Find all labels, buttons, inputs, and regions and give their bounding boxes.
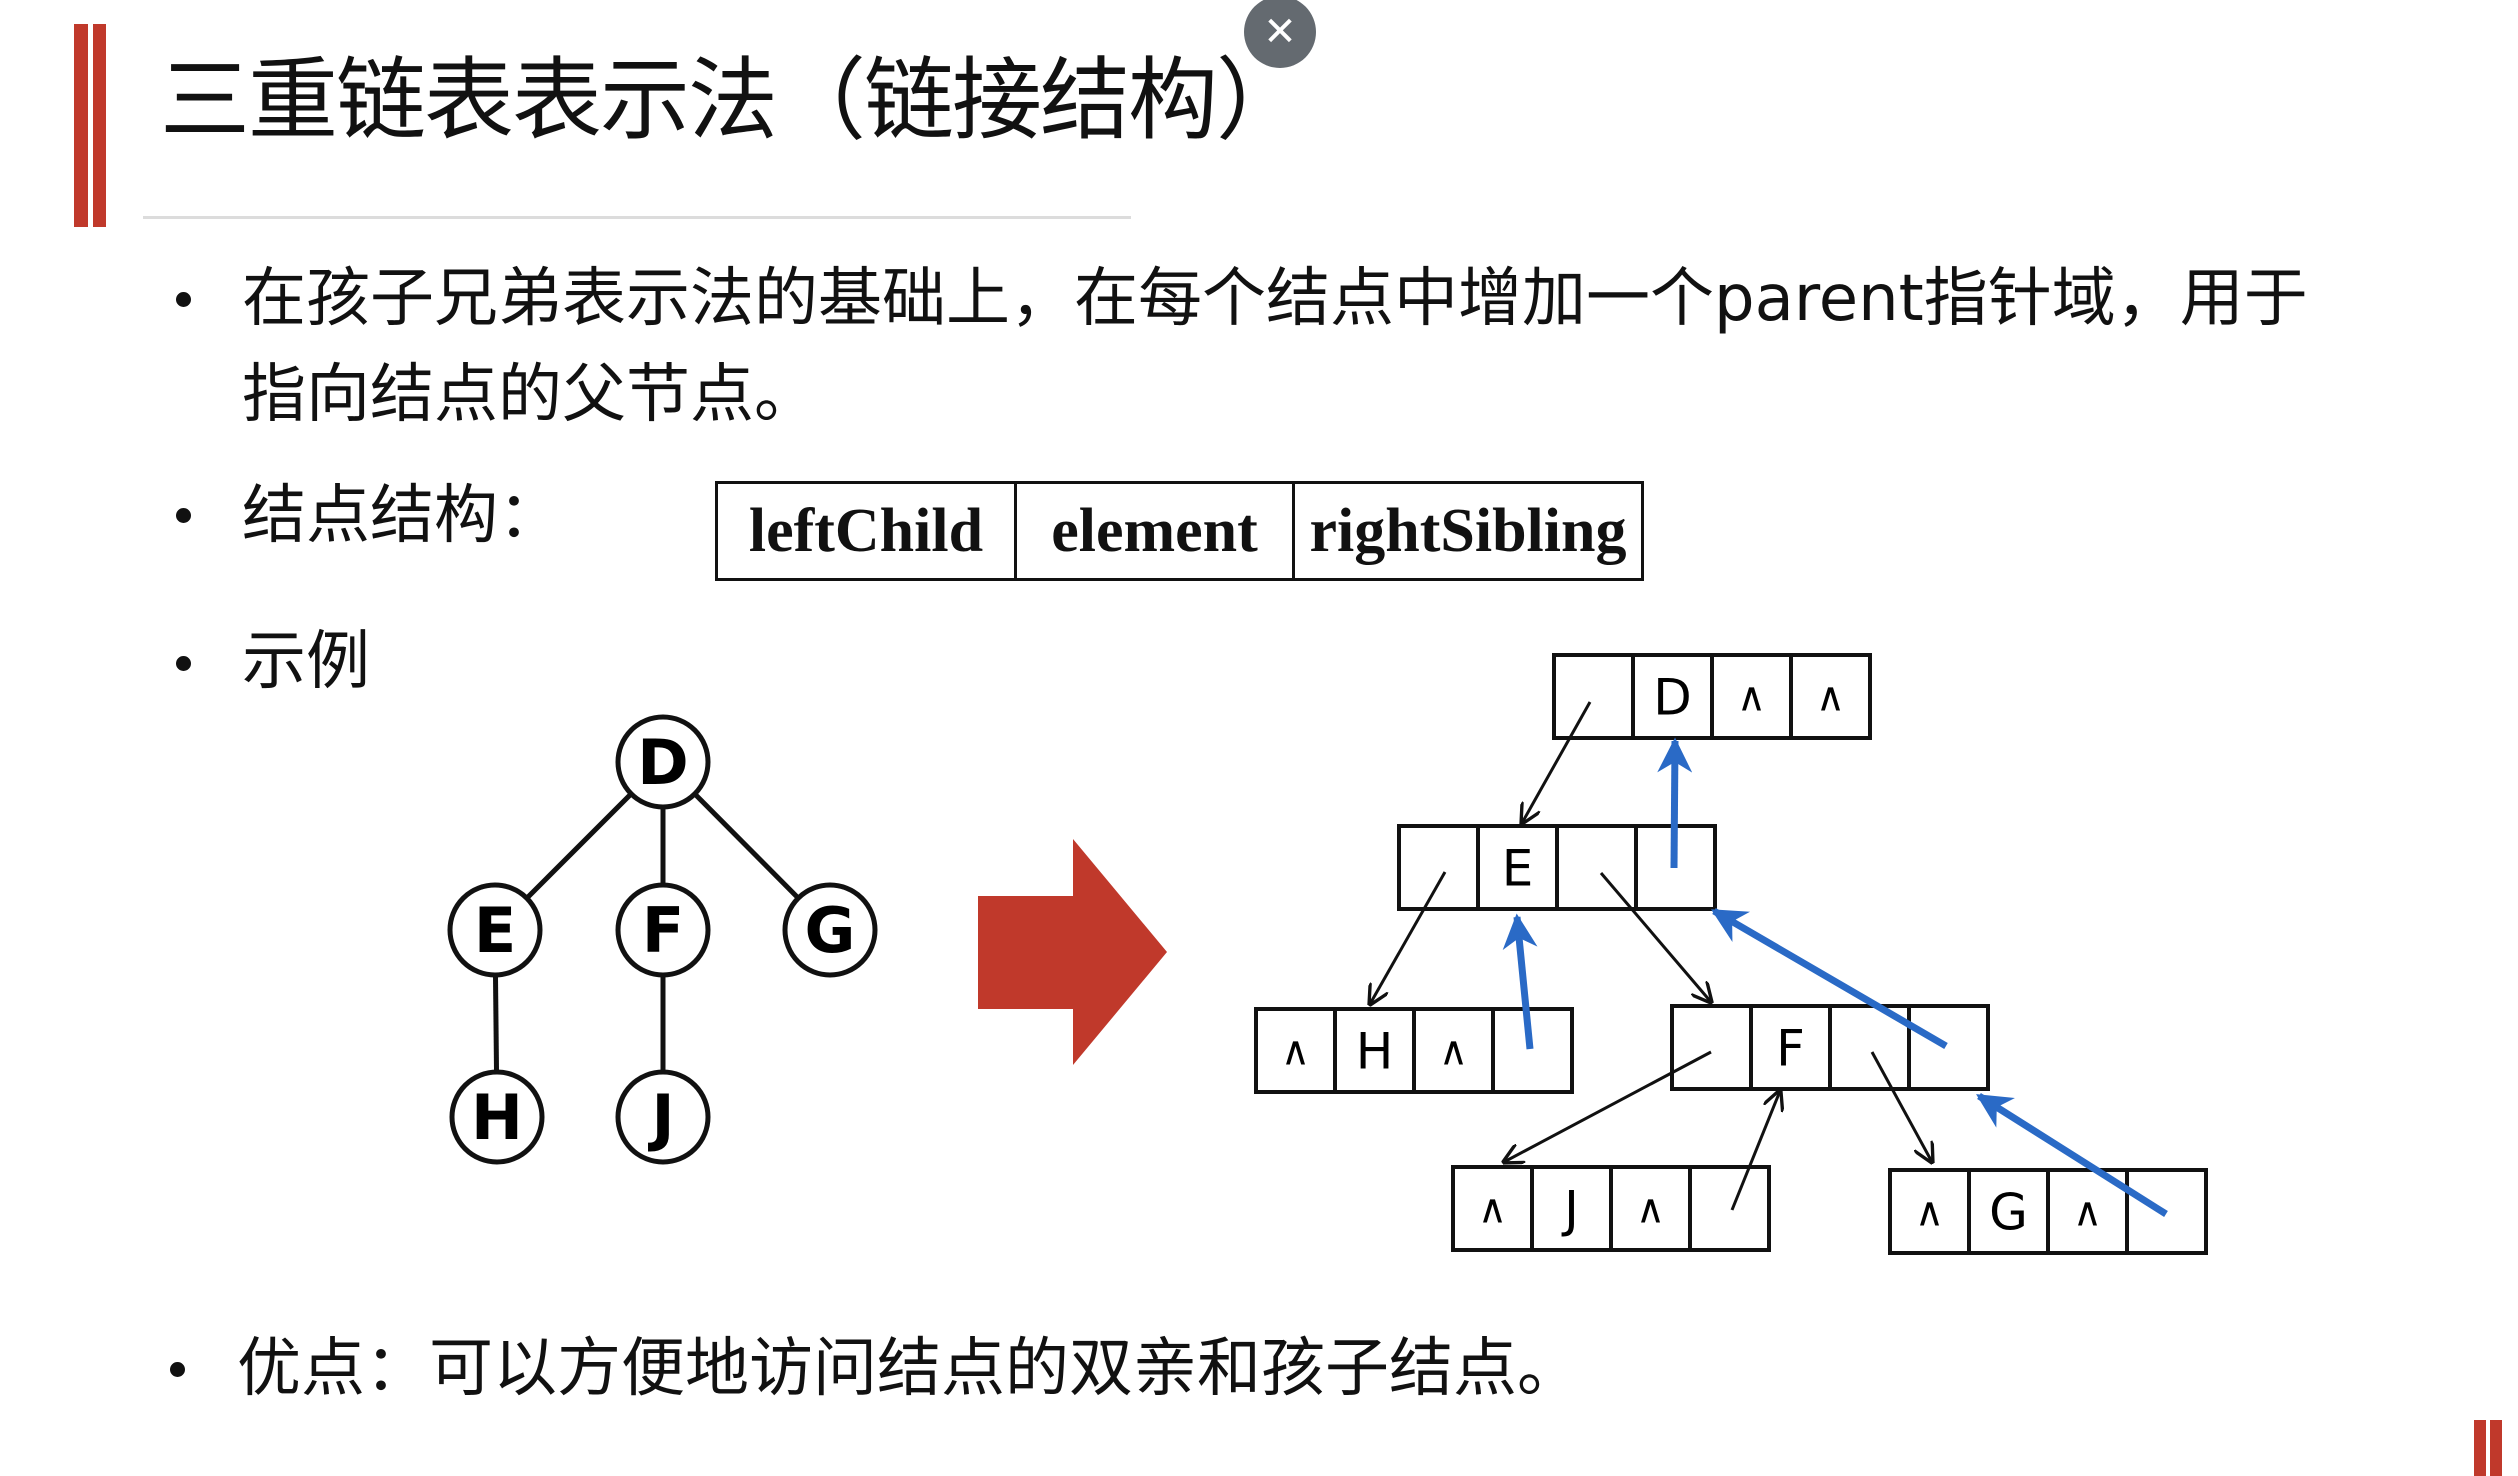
pointer-cell xyxy=(1555,824,1638,911)
element-label: G xyxy=(1989,1184,2028,1242)
linked-node-F: F xyxy=(1670,1004,1990,1091)
linked-node-D: D ∧ ∧ xyxy=(1552,653,1872,740)
tree-node-label: H xyxy=(471,1081,523,1154)
null-pointer-mark: ∧ xyxy=(1636,1187,1665,1233)
element-label: D xyxy=(1653,669,1692,727)
linked-node-E: E xyxy=(1397,824,1717,911)
element-label: F xyxy=(1776,1020,1805,1078)
linked-node-J: ∧ J ∧ xyxy=(1451,1165,1771,1252)
tree-node-label: F xyxy=(642,894,684,967)
tree-edge-D-E xyxy=(525,792,633,900)
tree-node-label: J xyxy=(647,1081,674,1154)
null-pointer-mark: ∧ xyxy=(2073,1190,2102,1236)
tree-edge-D-G xyxy=(692,792,801,900)
tree-node-label: E xyxy=(474,894,516,967)
pointer-cell xyxy=(1552,653,1635,740)
null-pointer-mark: ∧ xyxy=(1478,1187,1507,1233)
pointer-cell xyxy=(1491,1007,1574,1094)
example-diagram: D E F G H J D ∧ ∧ E ∧ H ∧ F ∧ J ∧ ∧ G ∧ xyxy=(447,653,2208,1255)
pointer-cell xyxy=(1670,1004,1753,1091)
tree-node-label: G xyxy=(805,894,856,967)
parent-arrow-E-D xyxy=(1657,737,1693,869)
transform-arrow xyxy=(978,839,1167,1065)
null-pointer-mark: ∧ xyxy=(1737,675,1766,721)
null-pointer-mark: ∧ xyxy=(1281,1029,1310,1075)
null-pointer-mark: ∧ xyxy=(1915,1190,1944,1236)
element-label: E xyxy=(1502,840,1534,898)
tree-node-label: D xyxy=(637,726,688,799)
tree-edge-E-H xyxy=(492,974,500,1073)
pointer-cell xyxy=(1688,1165,1771,1252)
element-label: J xyxy=(1561,1181,1579,1239)
pointer-cell xyxy=(1397,824,1480,911)
null-pointer-mark: ∧ xyxy=(1816,675,1845,721)
element-label: H xyxy=(1356,1023,1394,1081)
pointer-cell xyxy=(1907,1004,1990,1091)
null-pointer-mark: ∧ xyxy=(1439,1029,1468,1075)
